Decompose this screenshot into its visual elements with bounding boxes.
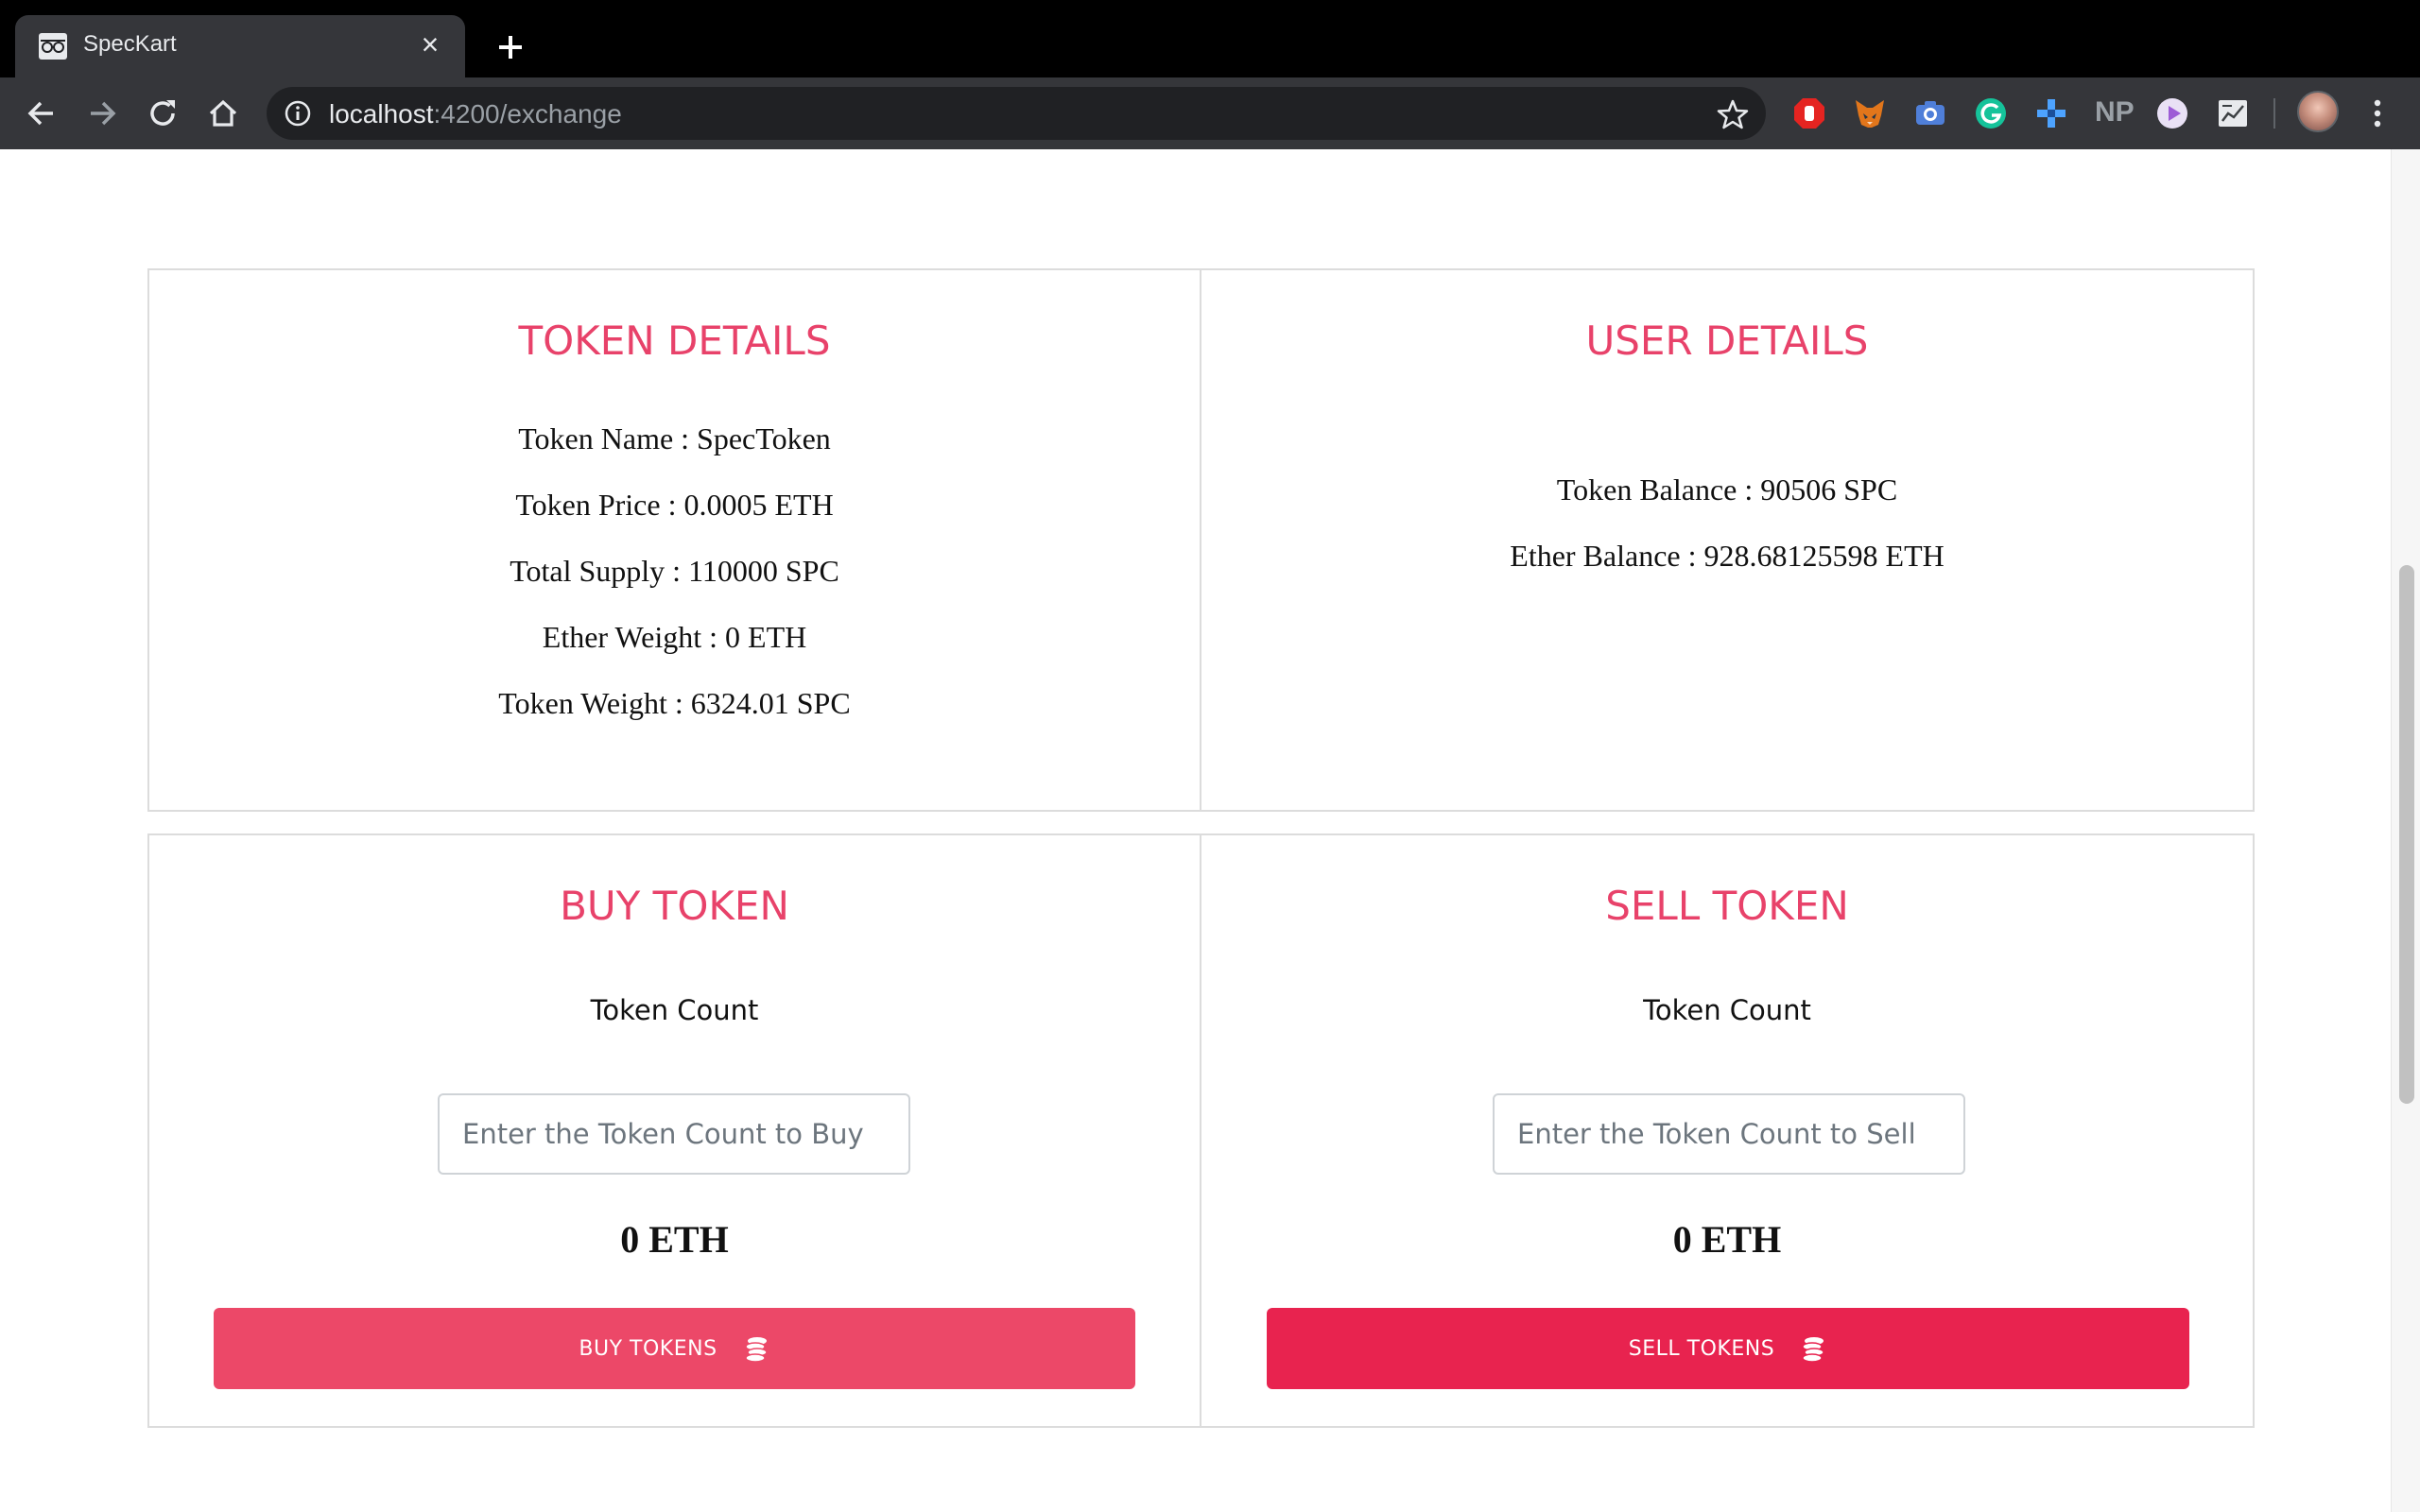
np-extension-icon[interactable]: NP bbox=[2095, 96, 2135, 129]
metamask-fox-icon[interactable] bbox=[1853, 96, 1887, 130]
back-arrow-icon[interactable] bbox=[23, 94, 60, 132]
forward-arrow-icon[interactable] bbox=[83, 94, 121, 132]
address-bar[interactable]: localhost:4200/exchange bbox=[267, 87, 1766, 140]
camera-extension-icon[interactable] bbox=[1913, 96, 1947, 130]
reload-icon[interactable] bbox=[144, 94, 182, 132]
token-price: Token Price : 0.0005 ETH bbox=[515, 488, 834, 522]
buy-token-title: BUY TOKEN bbox=[560, 883, 789, 929]
browser-toolbar: localhost:4200/exchange NP bbox=[0, 77, 2420, 149]
toolbar-divider bbox=[2273, 98, 2275, 129]
chart-extension-icon[interactable] bbox=[2216, 96, 2250, 130]
bookmark-star-icon[interactable] bbox=[1717, 98, 1749, 130]
scrollbar-thumb[interactable] bbox=[2399, 565, 2414, 1104]
token-weight: Token Weight : 6324.01 SPC bbox=[498, 686, 851, 720]
tab-title: SpecKart bbox=[83, 31, 177, 57]
token-details-card: TOKEN DETAILS Token Name : SpecToken Tok… bbox=[147, 268, 1201, 812]
token-details-title: TOKEN DETAILS bbox=[518, 318, 831, 364]
home-icon[interactable] bbox=[204, 94, 242, 132]
buy-tokens-button[interactable]: BUY TOKENS bbox=[214, 1308, 1135, 1389]
sell-token-title: SELL TOKEN bbox=[1605, 883, 1849, 929]
total-supply: Total Supply : 110000 SPC bbox=[510, 554, 839, 588]
url-text[interactable]: localhost:4200/exchange bbox=[329, 99, 622, 129]
url-host: localhost bbox=[329, 99, 434, 129]
buy-eth-total: 0 ETH bbox=[620, 1218, 729, 1261]
sell-tokens-button[interactable]: SELL TOKENS bbox=[1267, 1308, 2189, 1389]
more-menu-icon[interactable] bbox=[2363, 94, 2392, 132]
user-details-card: USER DETAILS Token Balance : 90506 SPC E… bbox=[1200, 268, 2255, 812]
coins-icon bbox=[1802, 1337, 1824, 1363]
new-tab-plus-icon[interactable] bbox=[492, 28, 529, 66]
sell-token-count-label: Token Count bbox=[1643, 994, 1811, 1026]
stop-extension-icon[interactable] bbox=[1792, 96, 1826, 130]
coins-icon bbox=[744, 1337, 768, 1363]
profile-avatar[interactable] bbox=[2297, 91, 2339, 132]
token-name: Token Name : SpecToken bbox=[518, 421, 831, 455]
token-balance: Token Balance : 90506 SPC bbox=[1556, 472, 1898, 507]
grammarly-icon[interactable] bbox=[1974, 96, 2008, 130]
sell-eth-total: 0 ETH bbox=[1672, 1218, 1782, 1261]
buy-token-count-input[interactable] bbox=[438, 1093, 910, 1175]
play-extension-icon[interactable] bbox=[2155, 96, 2189, 130]
sell-tokens-label: SELL TOKENS bbox=[1628, 1336, 1775, 1361]
user-details-title: USER DETAILS bbox=[1585, 318, 1869, 364]
buy-tokens-label: BUY TOKENS bbox=[579, 1336, 717, 1361]
vertical-scrollbar[interactable] bbox=[2391, 149, 2420, 1512]
sell-token-count-input[interactable] bbox=[1493, 1093, 1965, 1175]
buy-token-count-label: Token Count bbox=[590, 994, 759, 1026]
plus-cross-extension-icon[interactable] bbox=[2034, 96, 2068, 130]
ether-balance: Ether Balance : 928.68125598 ETH bbox=[1510, 539, 1945, 573]
browser-tab[interactable]: SpecKart × bbox=[15, 15, 465, 77]
browser-tab-bar: SpecKart × bbox=[0, 0, 2420, 77]
site-info-icon[interactable] bbox=[284, 99, 312, 128]
speckart-glasses-icon bbox=[39, 33, 67, 60]
close-tab-icon[interactable]: × bbox=[414, 28, 446, 60]
url-path: :4200/exchange bbox=[433, 99, 622, 129]
page-viewport: TOKEN DETAILS Token Name : SpecToken Tok… bbox=[0, 149, 2420, 1512]
sell-token-card: SELL TOKEN Token Count 0 ETH SELL TOKENS bbox=[1200, 833, 2255, 1428]
buy-token-card: BUY TOKEN Token Count 0 ETH BUY TOKENS bbox=[147, 833, 1201, 1428]
ether-weight: Ether Weight : 0 ETH bbox=[542, 620, 807, 654]
